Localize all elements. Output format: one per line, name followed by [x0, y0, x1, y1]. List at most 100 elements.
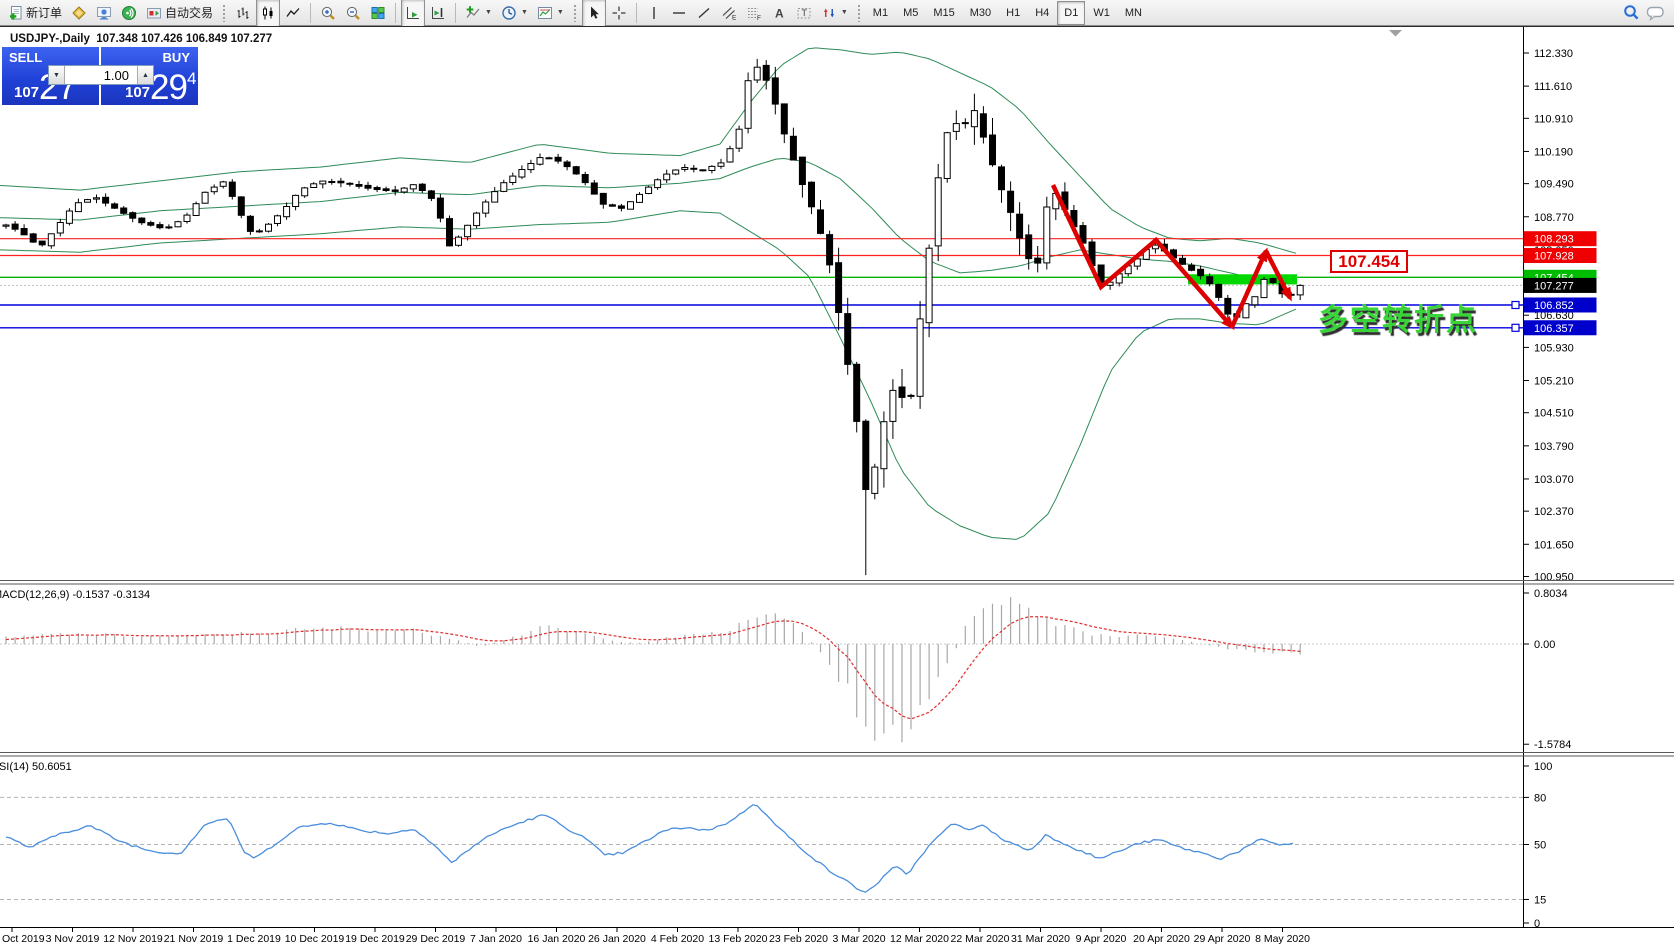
toolbar-separator — [636, 3, 637, 23]
date-tick-label: 20 Apr 2020 — [1133, 933, 1190, 945]
timeframe-d1[interactable]: D1 — [1057, 1, 1085, 25]
arrows-button[interactable]: ▼ — [817, 0, 852, 27]
crosshair-button[interactable] — [607, 0, 631, 27]
zoom-out-button[interactable] — [341, 0, 365, 27]
price-tick-label: 105.930 — [1534, 342, 1574, 354]
date-tick-label: 12 Nov 2019 — [103, 933, 163, 945]
rsi-axis-label: 15 — [1534, 894, 1546, 906]
timeframe-mn[interactable]: MN — [1118, 1, 1149, 25]
sell-label: SELL — [9, 50, 42, 65]
timeframe-w1[interactable]: W1 — [1086, 1, 1117, 25]
rsi-axis-label: 0 — [1534, 918, 1540, 930]
rsi-axis-label: 80 — [1534, 792, 1546, 804]
periods-button[interactable]: ▼ — [497, 0, 532, 27]
pivot-note-text[interactable]: 多空转折点 — [1318, 295, 1478, 339]
timeframe-h1[interactable]: H1 — [999, 1, 1027, 25]
date-tick-label: 1 Dec 2019 — [227, 933, 281, 945]
trader-profile-button[interactable] — [92, 0, 116, 27]
candlestick-chart-icon — [260, 5, 276, 21]
timeframe-m5[interactable]: M5 — [896, 1, 925, 25]
price-chart-canvas[interactable]: 112.330111.610110.910110.190109.490108.7… — [0, 27, 1674, 950]
trader-profile-icon — [96, 5, 112, 21]
templates-icon — [537, 5, 553, 21]
chart-shift-button[interactable] — [426, 0, 450, 27]
date-tick-label: 23 Feb 2020 — [769, 933, 828, 945]
date-tick-label: 29 Dec 2019 — [406, 933, 466, 945]
price-tick-label: 109.490 — [1534, 179, 1574, 191]
chart-shift-icon — [430, 5, 446, 21]
timeframe-m15[interactable]: M15 — [926, 1, 961, 25]
chart-title: USDJPY-,Daily 107.348 107.426 106.849 10… — [10, 33, 272, 45]
chat-icon[interactable] — [1646, 5, 1665, 21]
new-order-button[interactable]: 新订单 — [3, 0, 66, 27]
arrows-icon — [821, 5, 837, 21]
autotrading-icon — [146, 5, 162, 21]
gold-badge-button[interactable] — [67, 0, 91, 27]
toolbar-separator — [455, 3, 456, 23]
price-tick-label: 110.190 — [1534, 146, 1573, 158]
price-tick-label: 110.910 — [1534, 113, 1573, 125]
svg-text:E: E — [732, 14, 737, 21]
volume-decrease-button[interactable]: ▼ — [49, 66, 65, 84]
price-tick-label: 101.650 — [1534, 539, 1574, 551]
toolbar-grip — [857, 4, 861, 22]
price-tick-label: 100.950 — [1534, 571, 1574, 583]
templates-button[interactable]: ▼ — [533, 0, 568, 27]
toolbar-separator — [310, 3, 311, 23]
text-button[interactable]: A — [767, 0, 791, 27]
bar-chart-button[interactable] — [231, 0, 255, 27]
fibonacci-icon: F — [746, 5, 762, 21]
text-label-button[interactable]: T — [792, 0, 816, 27]
cursor-button[interactable] — [582, 0, 606, 27]
price-tick-label: 102.370 — [1534, 506, 1574, 518]
macd-axis-label: -1.5784 — [1534, 739, 1571, 751]
date-tick-label: 13 Feb 2020 — [709, 933, 768, 945]
date-tick-label: 16 Jan 2020 — [528, 933, 586, 945]
price-tick-label: 108.770 — [1534, 212, 1574, 224]
candlestick-chart-button[interactable] — [256, 0, 280, 27]
tile-windows-button[interactable] — [366, 0, 390, 27]
indicators-button[interactable]: ▼ — [461, 0, 496, 27]
hline-handle[interactable] — [1512, 324, 1519, 331]
date-tick-label: 8 May 2020 — [1255, 933, 1310, 945]
date-tick-label: 22 Mar 2020 — [951, 933, 1010, 945]
timeframe-m30[interactable]: M30 — [963, 1, 998, 25]
auto-trading-button[interactable]: 自动交易 — [142, 0, 217, 27]
horizontal-line-button[interactable] — [667, 0, 691, 27]
vertical-line-button[interactable] — [642, 0, 666, 27]
search-icon[interactable] — [1623, 4, 1640, 21]
signal-button[interactable] — [117, 0, 141, 27]
indicators-icon — [465, 5, 481, 21]
volume-input[interactable] — [65, 66, 137, 84]
toolbar-grip — [222, 4, 226, 22]
date-tick-label: 3 Nov 2019 — [46, 933, 100, 945]
buy-label: BUY — [163, 50, 190, 65]
mt4-window: 新订单 自动交易 — [0, 0, 1674, 949]
timeframe-m1[interactable]: M1 — [866, 1, 895, 25]
auto-scroll-button[interactable] — [401, 0, 425, 27]
macd-axis-label: 0.8034 — [1534, 588, 1568, 600]
tile-windows-icon — [370, 5, 386, 21]
gold-badge-icon — [71, 5, 87, 21]
price-callout-label[interactable]: 107.454 — [1330, 250, 1408, 273]
new-order-label: 新订单 — [26, 4, 62, 21]
date-tick-label: 9 Apr 2020 — [1076, 933, 1127, 945]
date-tick-label: 3 Mar 2020 — [832, 933, 885, 945]
timeframe-h4[interactable]: H4 — [1028, 1, 1056, 25]
trendline-button[interactable] — [692, 0, 716, 27]
text-label-icon: T — [796, 5, 812, 21]
fibonacci-button[interactable]: F — [742, 0, 766, 27]
hline-handle[interactable] — [1512, 302, 1519, 309]
volume-increase-button[interactable]: ▲ — [137, 66, 153, 84]
auto-scroll-icon — [405, 5, 421, 21]
cursor-icon — [586, 5, 602, 21]
line-chart-button[interactable] — [281, 0, 305, 27]
channel-button[interactable]: E — [717, 0, 741, 27]
price-tick-label: 111.610 — [1534, 81, 1572, 93]
rsi-axis-label: 100 — [1534, 761, 1552, 773]
chevron-down-icon: ▼ — [485, 9, 492, 16]
horizontal-line-icon — [671, 5, 687, 21]
zoom-in-button[interactable] — [316, 0, 340, 27]
signal-icon — [121, 5, 137, 21]
date-tick-label: 7 Jan 2020 — [470, 933, 522, 945]
